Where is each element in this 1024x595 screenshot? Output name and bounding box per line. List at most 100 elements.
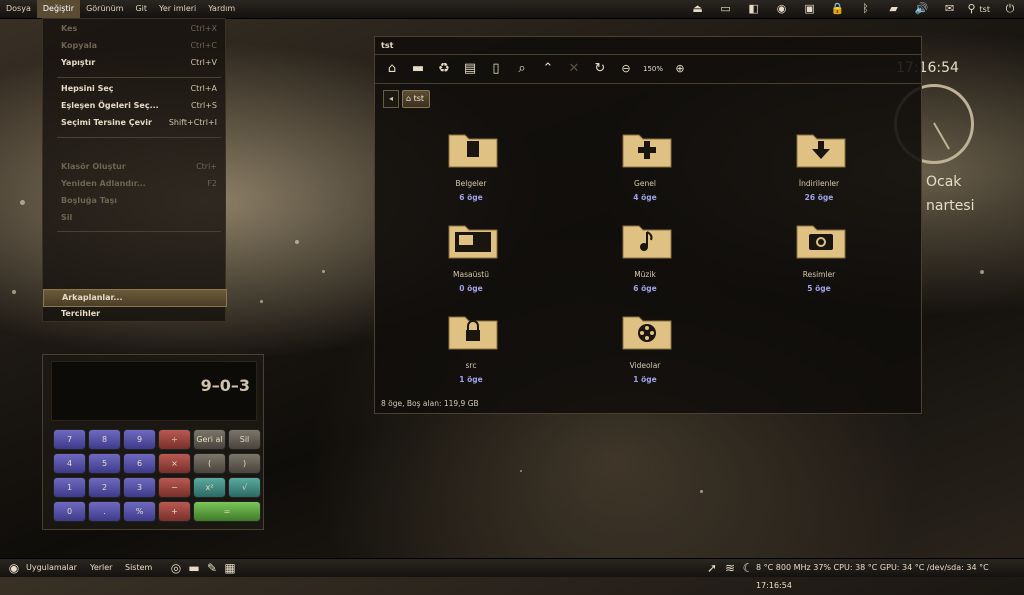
- calculator-display: 9–0–3: [51, 361, 257, 421]
- breadcrumb-current[interactable]: ⌂ tst: [402, 90, 431, 108]
- stop-icon[interactable]: ✕: [561, 59, 587, 79]
- menu-yerler[interactable]: Yerler: [90, 559, 112, 577]
- home-icon: ⌂: [406, 94, 414, 103]
- menu-dosya[interactable]: Dosya: [0, 0, 37, 18]
- menu-item-yeniden-adlandir[interactable]: Yeniden Adlandır... F2: [43, 176, 225, 192]
- menu-item-tasi[interactable]: Boşluğa Taşı: [43, 193, 225, 209]
- key-close-paren[interactable]: ): [228, 453, 261, 474]
- key-open-paren[interactable]: (: [193, 453, 226, 474]
- folder-videolar[interactable]: Videolar 1 öge: [585, 311, 705, 391]
- breadcrumb-back-button[interactable]: ◂: [383, 90, 399, 108]
- menu-degistir[interactable]: Değiştir: [36, 0, 81, 18]
- trash-icon[interactable]: ♻: [431, 59, 457, 79]
- folder-name: Genel: [634, 179, 656, 188]
- menu-item-yapistir[interactable]: Yapıştır Ctrl+V: [43, 55, 225, 71]
- key-equals[interactable]: =: [193, 501, 261, 522]
- public-folder-icon: [622, 134, 672, 168]
- folder-indirilenler[interactable]: İndirilenler 26 öge: [759, 129, 879, 209]
- key-2[interactable]: 2: [88, 477, 121, 498]
- menu-yer-imleri[interactable]: Yer imleri: [153, 0, 202, 18]
- file-icon[interactable]: ▯: [483, 59, 509, 79]
- menu-item-hepsini-sec[interactable]: Hepsini Seç Ctrl+A: [43, 81, 225, 97]
- up-icon[interactable]: ⌃: [535, 59, 561, 79]
- key-4[interactable]: 4: [53, 453, 86, 474]
- desktop-clock-date: Ocak: [926, 174, 962, 190]
- menu-separator: [57, 231, 221, 232]
- weather-icon[interactable]: ☾: [740, 560, 756, 576]
- key-6[interactable]: 6: [123, 453, 156, 474]
- search-icon[interactable]: ⚲: [964, 0, 980, 18]
- ubuntu-logo-icon[interactable]: ◉: [6, 560, 22, 576]
- pointer-icon[interactable]: ➚: [704, 560, 720, 576]
- menu-item-arkaplanlar[interactable]: Arkaplanlar...: [43, 289, 227, 307]
- folder-resimler[interactable]: Resimler 5 öge: [759, 220, 879, 300]
- zoom-in-icon[interactable]: ⊕: [667, 59, 693, 79]
- power-icon[interactable]: ⏻: [996, 0, 1024, 18]
- folder-belgeler[interactable]: Belgeler 6 öge: [411, 129, 531, 209]
- wifi-icon[interactable]: ≋: [722, 560, 738, 576]
- menu-item-sil[interactable]: Sil: [43, 210, 225, 226]
- volume-icon[interactable]: 🔊: [908, 0, 936, 18]
- wallpaper-speck: [520, 470, 522, 472]
- calculator-result: 9–0–3: [200, 376, 250, 395]
- display-icon[interactable]: ▣: [796, 0, 824, 18]
- menu-item-tercihler[interactable]: Tercihler: [43, 306, 225, 322]
- key-8[interactable]: 8: [88, 429, 121, 450]
- folder-masaustu[interactable]: Masaüstü 0 öge: [411, 220, 531, 300]
- eject-icon[interactable]: ⏏: [684, 0, 712, 18]
- menu-yardim[interactable]: Yardım: [202, 0, 241, 18]
- reload-icon[interactable]: ↻: [587, 59, 613, 79]
- folder-muzik[interactable]: Müzik 6 öge: [585, 220, 705, 300]
- text-editor-icon[interactable]: ✎: [204, 560, 220, 576]
- menu-item-secimi-tersine-cevir[interactable]: Seçimi Tersine Çevir Shift+Ctrl+I: [43, 115, 225, 131]
- folder-src[interactable]: src 1 öge: [411, 311, 531, 391]
- bluetooth-icon[interactable]: ᛒ: [852, 0, 880, 18]
- key-sqrt[interactable]: √: [228, 477, 261, 498]
- menu-item-kopyala[interactable]: Kopyala Ctrl+C: [43, 38, 225, 54]
- folder-count: 4 öge: [633, 193, 657, 202]
- search-label[interactable]: tst: [980, 5, 990, 14]
- chrome-icon[interactable]: ◎: [168, 560, 184, 576]
- key-3[interactable]: 3: [123, 477, 156, 498]
- key-5[interactable]: 5: [88, 453, 121, 474]
- drive-icon[interactable]: ▭: [712, 0, 740, 18]
- calculator-icon[interactable]: ▦: [222, 560, 238, 576]
- key-decimal[interactable]: .: [88, 501, 121, 522]
- key-1[interactable]: 1: [53, 477, 86, 498]
- menu-item-klasor-olustur[interactable]: Klasör Oluştur Ctrl+: [43, 159, 225, 175]
- battery-icon[interactable]: ▰: [880, 0, 908, 18]
- key-minus[interactable]: −: [158, 477, 191, 498]
- new-folder-icon[interactable]: ▤: [457, 59, 483, 79]
- menu-git[interactable]: Git: [129, 0, 153, 18]
- folder-icon[interactable]: ▬: [186, 560, 202, 576]
- menu-separator: [57, 77, 221, 78]
- key-9[interactable]: 9: [123, 429, 156, 450]
- computer-icon[interactable]: ▬: [405, 59, 431, 79]
- key-divide[interactable]: ÷: [158, 429, 191, 450]
- clock-hand: [933, 122, 950, 150]
- key-undo[interactable]: Geri al: [193, 429, 226, 450]
- mail-icon[interactable]: ✉: [936, 0, 964, 18]
- key-7[interactable]: 7: [53, 429, 86, 450]
- menu-item-kes[interactable]: Kes Ctrl+X: [43, 21, 225, 37]
- menu-sistem[interactable]: Sistem: [125, 559, 152, 577]
- folder-count: 6 öge: [633, 284, 657, 293]
- key-percent[interactable]: %: [123, 501, 156, 522]
- nvidia-icon[interactable]: ◉: [768, 0, 796, 18]
- key-multiply[interactable]: ×: [158, 453, 191, 474]
- key-plus[interactable]: +: [158, 501, 191, 522]
- folder-genel[interactable]: Genel 4 öge: [585, 129, 705, 209]
- home-icon[interactable]: ⌂: [379, 59, 405, 79]
- lock-icon[interactable]: 🔒: [824, 0, 852, 18]
- find-icon[interactable]: ⌕: [509, 59, 535, 79]
- documents-folder-icon: [448, 134, 498, 168]
- menu-uygulamalar[interactable]: Uygulamalar: [26, 559, 77, 577]
- menu-gorunum[interactable]: Görünüm: [80, 0, 129, 18]
- key-square[interactable]: x²: [193, 477, 226, 498]
- desktop-clock-day: nartesi: [926, 198, 975, 214]
- menu-item-eslesen-ogeleri-sec[interactable]: Eşleşen Ögeleri Seç... Ctrl+S: [43, 98, 225, 114]
- key-0[interactable]: 0: [53, 501, 86, 522]
- zoom-out-icon[interactable]: ⊖: [613, 59, 639, 79]
- key-clear[interactable]: Sil: [228, 429, 261, 450]
- removable-media-icon[interactable]: ◧: [740, 0, 768, 18]
